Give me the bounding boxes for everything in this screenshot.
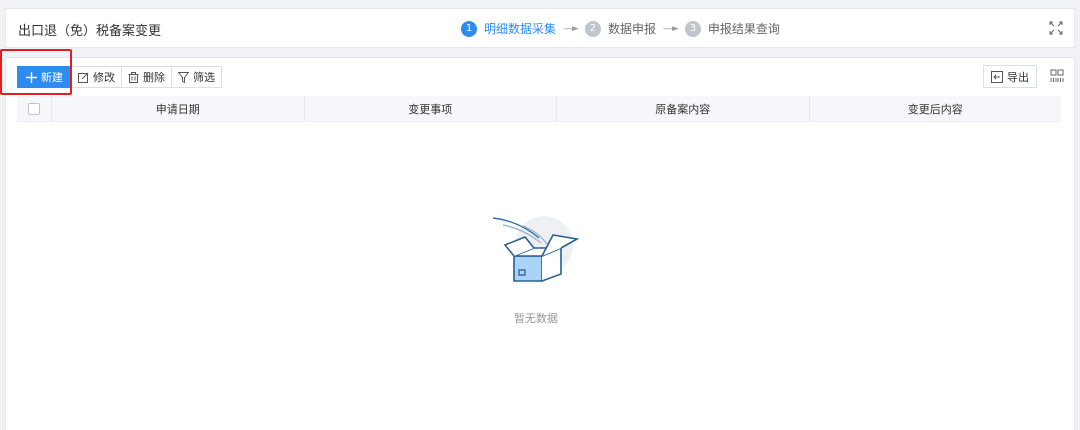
step-number: 1 xyxy=(461,20,477,37)
empty-state: 暂无数据 xyxy=(481,208,591,326)
new-button-label: 新建 xyxy=(41,71,63,84)
plus-icon xyxy=(26,71,37,83)
export-button[interactable]: 导出 xyxy=(983,65,1037,88)
expand-icon[interactable] xyxy=(1048,20,1064,36)
step-2[interactable]: 2 数据申报 xyxy=(584,20,656,37)
filter-icon xyxy=(178,71,189,83)
step-number: 3 xyxy=(684,20,701,37)
column-settings-icon[interactable] xyxy=(1050,69,1064,83)
edit-button-label: 修改 xyxy=(93,71,115,84)
new-button[interactable]: 新建 xyxy=(17,66,72,88)
delete-button-label: 删除 xyxy=(143,71,165,84)
column-header[interactable]: 变更事项 xyxy=(305,96,557,121)
filter-button[interactable]: 筛选 xyxy=(171,66,222,88)
page-title: 出口退（免）税备案变更 xyxy=(18,24,162,39)
filter-button-label: 筛选 xyxy=(193,71,215,84)
step-arrow-icon: ----► xyxy=(563,23,579,34)
step-label: 数据申报 xyxy=(607,22,656,36)
toolbar: 新建 修改 删除 筛选 xyxy=(17,66,222,88)
select-all-cell xyxy=(17,96,52,121)
step-3[interactable]: 3 申报结果查询 xyxy=(684,20,780,37)
step-arrow-icon: ----► xyxy=(662,23,679,34)
column-header[interactable]: 原备案内容 xyxy=(557,96,810,121)
column-header[interactable]: 申请日期 xyxy=(52,96,305,121)
step-number: 2 xyxy=(584,20,601,37)
step-label: 申报结果查询 xyxy=(707,22,780,36)
edit-icon xyxy=(78,72,89,83)
step-label: 明细数据采集 xyxy=(484,22,557,36)
edit-button[interactable]: 修改 xyxy=(71,66,122,88)
table-header: 申请日期 变更事项 原备案内容 变更后内容 xyxy=(17,96,1061,122)
main-panel: 新建 修改 删除 筛选 导出 申请日期 变更事项 原备案内容 变更后内容 暂无数… xyxy=(5,57,1075,430)
trash-icon xyxy=(128,71,139,83)
empty-box-icon xyxy=(492,216,580,282)
step-1[interactable]: 1 明细数据采集 xyxy=(461,20,556,37)
export-button-label: 导出 xyxy=(1007,70,1029,84)
column-header[interactable]: 变更后内容 xyxy=(810,96,1062,121)
page-header: 出口退（免）税备案变更 1 明细数据采集 ----► 2 数据申报 ----► … xyxy=(5,8,1075,48)
step-indicator: 1 明细数据采集 ----► 2 数据申报 ----► 3 申报结果查询 xyxy=(461,20,780,37)
empty-text: 暂无数据 xyxy=(514,312,558,325)
delete-button[interactable]: 删除 xyxy=(121,66,172,88)
export-icon xyxy=(991,70,1003,83)
select-all-checkbox[interactable] xyxy=(28,102,40,115)
